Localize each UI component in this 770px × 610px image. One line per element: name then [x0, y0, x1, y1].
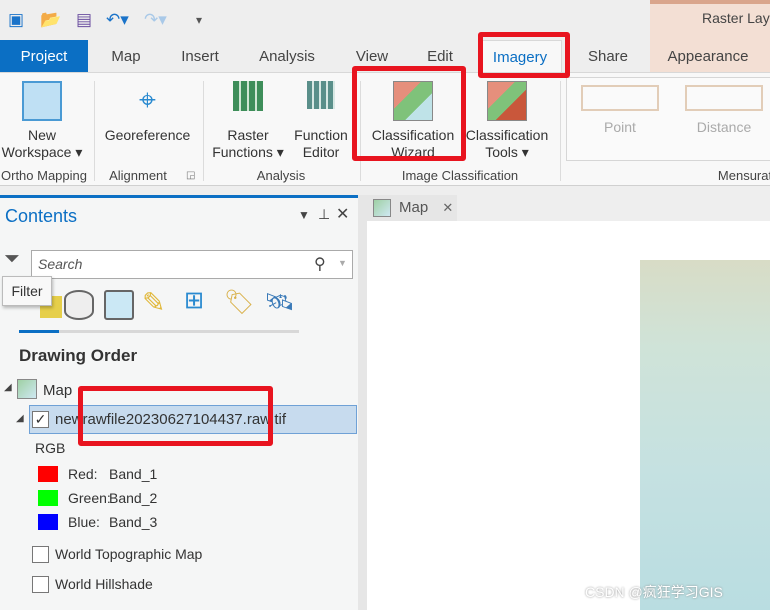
active-view-indicator [19, 330, 59, 333]
filter-icon[interactable]: ⏷ [4, 248, 20, 271]
distance-icon [685, 85, 763, 111]
pin-icon[interactable]: ⊥ [318, 206, 330, 223]
filter-tooltip: Filter [2, 276, 52, 306]
list-by-editing-icon[interactable]: ✎ [142, 286, 165, 319]
highlight-imagery-tab [478, 32, 570, 78]
group-label: Alignment [109, 168, 167, 183]
label: Editor [302, 144, 340, 160]
label: Classification [465, 127, 549, 143]
new-project-icon[interactable]: ▣ [8, 10, 24, 30]
undo-icon[interactable]: ↶▾ [106, 10, 129, 30]
save-icon[interactable]: ▤ [76, 10, 92, 30]
point-button[interactable]: Point [578, 85, 662, 136]
search-icon[interactable]: ⚲ [314, 254, 326, 274]
group-label: Mensurat [717, 168, 770, 183]
classification-tools-icon [487, 81, 527, 121]
label: Distance [696, 119, 752, 135]
open-icon[interactable]: 📂 [40, 10, 61, 30]
group-label: Analysis [256, 168, 306, 183]
green-swatch [38, 490, 58, 506]
label: Georeference [104, 127, 191, 143]
tab-appearance[interactable]: Appearance [668, 40, 749, 72]
basemap-hillshade[interactable]: World Hillshade [55, 576, 153, 592]
pane-splitter[interactable] [358, 195, 367, 610]
view-tabs-track [19, 330, 299, 333]
list-by-labeling-icon[interactable]: 🏷 [224, 288, 254, 317]
list-by-perspective-imagery-icon[interactable]: 🛰 [264, 288, 294, 317]
classification-tools-button[interactable]: Classification Tools ▾ [462, 81, 552, 161]
close-tab-icon[interactable]: ✕ [442, 200, 453, 215]
new-workspace-icon [22, 81, 62, 121]
tab-map[interactable]: Map [111, 40, 140, 72]
band-label: Green: [68, 490, 111, 506]
highlight-classification-wizard [352, 66, 466, 161]
band-label: Blue: [68, 514, 100, 530]
raster-functions-button[interactable]: Raster Functions ▾ [210, 81, 286, 161]
map-icon [373, 199, 391, 217]
basemap-topographic[interactable]: World Topographic Map [55, 546, 202, 562]
distance-button[interactable]: Distance [684, 85, 764, 136]
map-view-tab[interactable]: Map ✕ [367, 195, 457, 221]
map-node[interactable]: Map [43, 382, 72, 399]
label: Functions ▾ [212, 144, 284, 160]
expand-icon[interactable]: ◢ [16, 413, 24, 424]
renderer-label: RGB [35, 440, 66, 456]
drawing-order-heading: Drawing Order [19, 346, 138, 365]
pane-menu-icon[interactable]: ▼ [298, 208, 310, 222]
watermark: CSDN @疯狂学习GIS [585, 584, 723, 600]
new-workspace-button[interactable]: New Workspace ▾ [0, 81, 84, 161]
band-value: Band_2 [109, 490, 158, 506]
red-swatch [38, 466, 58, 482]
label: Tools ▾ [485, 144, 529, 160]
label: Raster [227, 127, 269, 143]
basemap-checkbox[interactable] [32, 546, 49, 563]
raster-image [640, 260, 770, 610]
raster-functions-icon [233, 81, 263, 111]
divider [94, 81, 95, 181]
label: Point [604, 119, 636, 135]
band-value: Band_3 [109, 514, 158, 530]
list-by-selection-icon[interactable] [104, 290, 134, 320]
group-label: Ortho Mapping [1, 168, 87, 183]
label: New [27, 127, 56, 143]
pane-title: Contents [5, 206, 78, 226]
highlight-layer-name [78, 386, 273, 446]
divider [560, 81, 561, 181]
chevron-down-icon[interactable]: ▼ [338, 258, 347, 268]
band-value: Band_1 [109, 466, 158, 482]
customize-icon[interactable]: ▾ [196, 13, 202, 27]
search-placeholder: Search [38, 256, 83, 272]
label: Function [294, 127, 348, 143]
tab-insert[interactable]: Insert [181, 40, 219, 72]
group-label: Image Classification [401, 168, 519, 183]
list-by-snapping-icon[interactable]: ⊞ [184, 286, 204, 315]
layer-visibility-checkbox[interactable]: ✓ [32, 411, 49, 428]
point-icon [581, 85, 659, 111]
tab-analysis[interactable]: Analysis [259, 40, 315, 72]
divider [203, 81, 204, 181]
search-input[interactable]: Search ⚲ ▼ [31, 250, 353, 279]
map-icon [17, 379, 37, 399]
tab-share[interactable]: Share [588, 40, 628, 72]
band-label: Red: [68, 466, 98, 482]
close-icon[interactable]: ✕ [336, 204, 349, 224]
contextual-tab-title: Raster Lay [702, 10, 770, 26]
list-by-source-icon[interactable] [64, 290, 94, 320]
map-tab-label: Map [399, 199, 429, 216]
redo-icon[interactable]: ↷▾ [144, 10, 167, 30]
function-editor-button[interactable]: Function Editor [290, 81, 352, 161]
expand-icon[interactable]: ◢ [4, 382, 12, 393]
georeference-icon: ⌖ [139, 84, 156, 117]
basemap-checkbox[interactable] [32, 576, 49, 593]
georeference-button[interactable]: ⌖ Georeference [100, 81, 195, 144]
label: Workspace ▾ [1, 144, 83, 160]
dialog-launcher-icon[interactable]: ◲ [186, 170, 195, 181]
blue-swatch [38, 514, 58, 530]
function-editor-icon [307, 81, 335, 109]
